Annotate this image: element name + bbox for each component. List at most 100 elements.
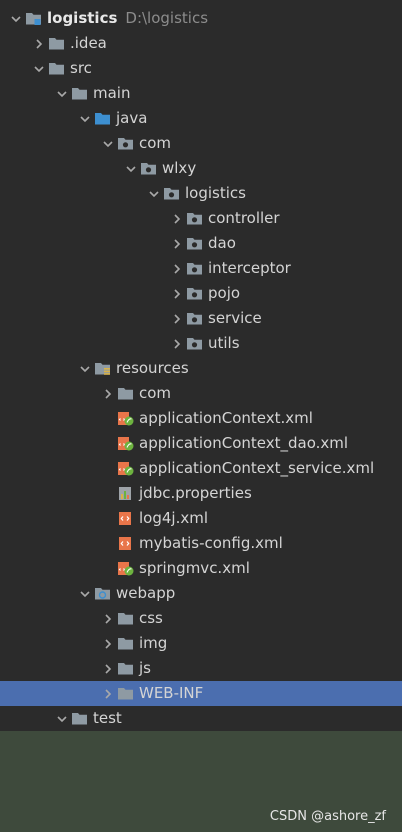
tree-label: dao [208, 234, 236, 252]
chevron-down-icon[interactable] [123, 156, 139, 181]
tree-label: interceptor [208, 259, 291, 277]
tree-row-utils[interactable]: utils [0, 331, 402, 356]
tree-label: java [116, 109, 148, 127]
spring-xml-icon [116, 461, 134, 477]
chevron-down-icon[interactable] [77, 106, 93, 131]
tree-row-js[interactable]: js [0, 656, 402, 681]
tree-row-appctx-dao[interactable]: applicationContext_dao.xml [0, 431, 402, 456]
tree-label: mybatis-config.xml [139, 534, 283, 552]
tree-label: .idea [70, 34, 107, 52]
tree-row-webapp[interactable]: webapp [0, 581, 402, 606]
tree-row-webinf[interactable]: WEB-INF [0, 681, 402, 706]
tree-row-main[interactable]: main [0, 81, 402, 106]
chevron-down-icon[interactable] [54, 81, 70, 106]
tree-row-springmvc[interactable]: springmvc.xml [0, 556, 402, 581]
chevron-right-icon[interactable] [169, 281, 185, 306]
chevron-down-icon[interactable] [146, 181, 162, 206]
tree-label: utils [208, 334, 240, 352]
tree-label: com [139, 384, 172, 402]
chevron-down-icon[interactable] [31, 56, 47, 81]
tree-row-img[interactable]: img [0, 631, 402, 656]
chevron-right-icon[interactable] [169, 231, 185, 256]
tree-label: logistics [47, 9, 118, 27]
tree-row-appctx[interactable]: applicationContext.xml [0, 406, 402, 431]
chevron-right-icon[interactable] [100, 606, 116, 631]
tree-row-src[interactable]: src [0, 56, 402, 81]
package-icon [185, 236, 203, 252]
tree-row-jdbc[interactable]: jdbc.properties [0, 481, 402, 506]
spring-xml-icon [116, 436, 134, 452]
tree-label: pojo [208, 284, 241, 302]
chevron-right-icon[interactable] [169, 331, 185, 356]
chevron-right-icon[interactable] [100, 656, 116, 681]
folder-icon [70, 711, 88, 727]
spring-xml-icon [116, 411, 134, 427]
tree-label: com [139, 134, 172, 152]
web-folder-icon [93, 586, 111, 602]
watermark: CSDN @ashore_zf [269, 809, 386, 824]
tree-row-pojo[interactable]: pojo [0, 281, 402, 306]
project-tree: logistics D:\logistics .idea src main java com… [0, 6, 402, 831]
tree-label: webapp [116, 584, 176, 602]
tree-row-mybatis[interactable]: mybatis-config.xml [0, 531, 402, 556]
chevron-right-icon[interactable] [169, 306, 185, 331]
project-path: D:\logistics [125, 9, 209, 27]
tree-label: resources [116, 359, 189, 377]
resources-folder-icon [93, 361, 111, 377]
tree-row-appctx-service[interactable]: applicationContext_service.xml [0, 456, 402, 481]
chevron-down-icon[interactable] [8, 6, 24, 31]
tree-row-res-com[interactable]: com [0, 381, 402, 406]
package-icon [185, 336, 203, 352]
chevron-right-icon[interactable] [100, 681, 116, 706]
tree-label: css [139, 609, 163, 627]
package-icon [185, 311, 203, 327]
tree-row-log4j[interactable]: log4j.xml [0, 506, 402, 531]
folder-icon [116, 611, 134, 627]
xml-file-icon [116, 511, 134, 527]
properties-file-icon [116, 486, 134, 502]
package-icon [116, 136, 134, 152]
module-folder-icon [24, 11, 42, 27]
tree-row-dao[interactable]: dao [0, 231, 402, 256]
tree-label: applicationContext.xml [139, 409, 313, 427]
tree-row-wlxy[interactable]: wlxy [0, 156, 402, 181]
tree-row-main-java[interactable]: java [0, 106, 402, 131]
chevron-right-icon[interactable] [31, 31, 47, 56]
tree-row-test[interactable]: test [0, 706, 402, 731]
folder-icon [70, 86, 88, 102]
chevron-down-icon[interactable] [100, 131, 116, 156]
chevron-down-icon[interactable] [77, 356, 93, 381]
tree-label: WEB-INF [139, 684, 204, 702]
package-icon [139, 161, 157, 177]
package-icon [185, 211, 203, 227]
chevron-down-icon[interactable] [77, 581, 93, 606]
xml-file-icon [116, 536, 134, 552]
folder-icon [116, 661, 134, 677]
tree-label: jdbc.properties [139, 484, 252, 502]
tree-row-logistics-pkg[interactable]: logistics [0, 181, 402, 206]
chevron-right-icon[interactable] [169, 206, 185, 231]
tree-row-resources[interactable]: resources [0, 356, 402, 381]
tree-label: applicationContext_service.xml [139, 459, 375, 477]
package-icon [185, 286, 203, 302]
chevron-right-icon[interactable] [100, 631, 116, 656]
tree-label: applicationContext_dao.xml [139, 434, 349, 452]
tree-row-interceptor[interactable]: interceptor [0, 256, 402, 281]
chevron-right-icon[interactable] [100, 381, 116, 406]
tree-row-idea[interactable]: .idea [0, 31, 402, 56]
tree-row-root[interactable]: logistics D:\logistics [0, 6, 402, 31]
tree-row-controller[interactable]: controller [0, 206, 402, 231]
folder-icon [116, 386, 134, 402]
tree-row-css[interactable]: css [0, 606, 402, 631]
tree-row-com[interactable]: com [0, 131, 402, 156]
folder-icon [116, 636, 134, 652]
chevron-down-icon[interactable] [54, 706, 70, 731]
tree-row-service[interactable]: service [0, 306, 402, 331]
chevron-right-icon[interactable] [169, 256, 185, 281]
